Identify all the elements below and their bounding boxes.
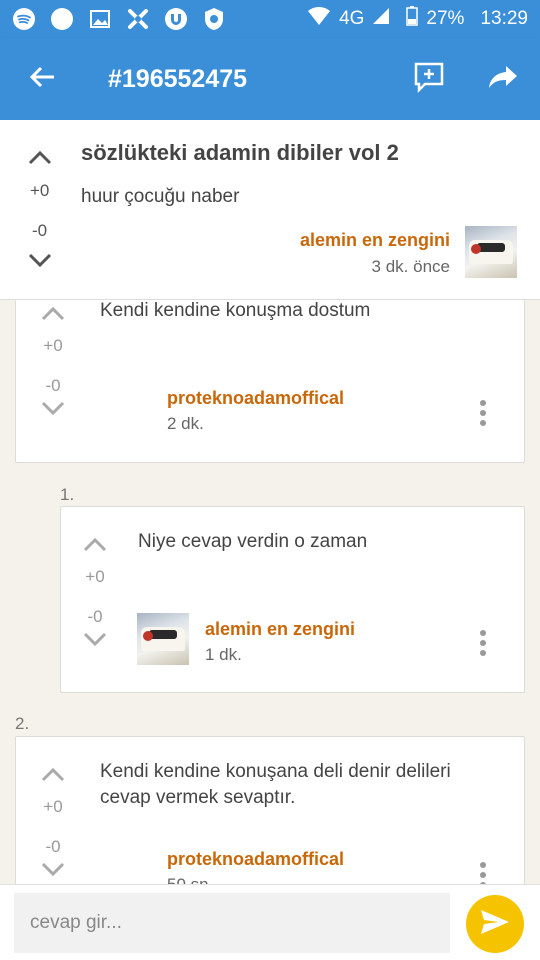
chevron-up-icon — [28, 149, 52, 170]
share-button[interactable] — [466, 38, 540, 120]
reply-index: 1. — [60, 485, 75, 504]
comment-text: Kendi kendine konuşma dostum — [100, 300, 371, 321]
more-vert-icon — [479, 399, 487, 432]
status-bar: 4G 27% 13:29 — [0, 0, 540, 38]
upvote-count: +0 — [43, 797, 63, 816]
downvote-button[interactable] — [75, 627, 115, 657]
downvote-button[interactable] — [33, 857, 73, 887]
comment-card: Kendi kendine konuşma dostum +0 -0 prote… — [15, 300, 525, 463]
page-title: #196552475 — [108, 64, 248, 93]
shield-icon — [202, 7, 226, 31]
entry-body: huur çocuğu naber — [81, 186, 240, 207]
downvote-button[interactable] — [20, 248, 60, 278]
chevron-down-icon — [83, 632, 107, 653]
downvote-count: -0 — [87, 607, 103, 626]
send-icon — [479, 908, 511, 941]
chevron-down-icon — [41, 862, 65, 883]
downvote-count: -0 — [45, 376, 61, 395]
entry-title: sözlükteki adamin dibiler vol 2 — [81, 140, 399, 165]
entry-time: 3 dk. önce — [371, 257, 450, 276]
upvote-button[interactable] — [33, 300, 73, 330]
downvote-count: -0 — [45, 837, 61, 856]
comment-time: 2 dk. — [167, 414, 204, 433]
clock: 13:29 — [480, 8, 528, 29]
upvote-count: +0 — [43, 336, 63, 355]
reply-index: 2. — [15, 714, 30, 733]
reply-input[interactable] — [14, 893, 450, 953]
utorrent-icon — [164, 7, 188, 31]
upvote-button[interactable] — [20, 144, 60, 174]
comment-author[interactable]: proteknoadamoffical — [167, 849, 344, 870]
chevron-up-icon — [83, 536, 107, 557]
chevron-up-icon — [41, 305, 65, 326]
upvote-button[interactable] — [33, 761, 73, 791]
spotify-icon — [12, 7, 36, 31]
comment-text-line-2: cevap vermek sevaptır. — [100, 787, 296, 808]
reply-bar — [0, 884, 540, 960]
downvote-button[interactable] — [33, 396, 73, 426]
more-options-button[interactable] — [468, 395, 498, 435]
chevron-up-icon — [41, 766, 65, 787]
battery-icon — [406, 6, 419, 32]
upvote-button[interactable] — [75, 531, 115, 561]
wifi-icon — [307, 6, 331, 32]
entry-author-avatar[interactable] — [465, 226, 517, 278]
arrow-left-icon — [28, 63, 56, 96]
vpn-icon — [126, 7, 150, 31]
chevron-down-icon — [28, 253, 52, 274]
add-comment-button[interactable] — [392, 38, 466, 120]
comment-card: Kendi kendine konuşana deli denir delile… — [15, 736, 525, 894]
back-button[interactable] — [0, 38, 84, 120]
entry-author[interactable]: alemin en zengini — [300, 230, 450, 251]
downvote-count: -0 — [32, 221, 48, 240]
upvote-count: +0 — [30, 181, 50, 200]
signal-icon — [372, 7, 390, 31]
app-bar: #196552475 — [0, 38, 540, 120]
chevron-down-icon — [41, 401, 65, 422]
send-button[interactable] — [466, 895, 524, 953]
comment-author-avatar[interactable] — [137, 613, 189, 665]
share-icon — [488, 64, 518, 95]
image-icon — [88, 7, 112, 31]
circle-icon — [50, 7, 74, 31]
comment-author[interactable]: alemin en zengini — [205, 619, 355, 640]
comment-text-line-1: Kendi kendine konuşana deli denir delile… — [100, 761, 451, 782]
battery-level: 27% — [426, 8, 465, 29]
comment-time: 1 dk. — [205, 645, 242, 664]
comment-text: Niye cevap verdin o zaman — [138, 531, 368, 552]
more-options-button[interactable] — [468, 625, 498, 665]
network-type: 4G — [339, 8, 365, 29]
more-vert-icon — [479, 629, 487, 662]
comment-author[interactable]: proteknoadamoffical — [167, 388, 344, 409]
upvote-count: +0 — [85, 567, 105, 586]
add-comment-icon — [413, 61, 445, 98]
comment-card: Niye cevap verdin o zaman +0 -0 alemin e… — [60, 506, 525, 693]
